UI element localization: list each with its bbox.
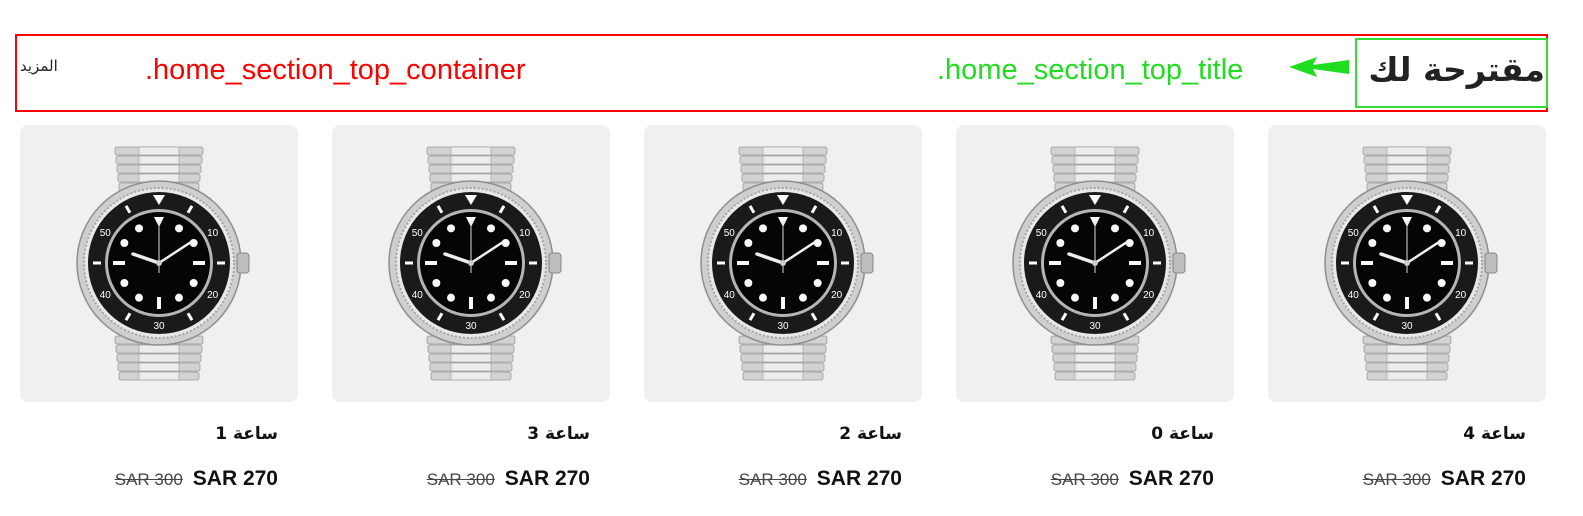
svg-text:40: 40	[1348, 290, 1360, 301]
price-row: SAR 300 SAR 270	[1363, 467, 1526, 491]
product-name: ساعة 3	[527, 424, 590, 444]
svg-text:20: 20	[207, 290, 219, 301]
product-image[interactable]: 10 20 30 40 50	[1268, 125, 1546, 402]
svg-text:30: 30	[777, 321, 789, 332]
product-image[interactable]: 10 20 30 40 50	[20, 125, 298, 402]
product-card[interactable]: 10 20 30 40 50 ساعة 0 SAR 300 SAR 270	[956, 125, 1234, 500]
wristwatch-image: 10 20 30 40 50	[700, 146, 874, 381]
title-class-annotation: .home_section_top_title	[937, 54, 1244, 86]
price-row: SAR 300 SAR 270	[739, 467, 902, 491]
wristwatch-image: 10 20 30 40 50	[1012, 146, 1186, 381]
old-price: SAR 300	[1362, 470, 1431, 489]
wristwatch-image: 10 20 30 40 50	[76, 146, 250, 381]
product-image[interactable]: 10 20 30 40 50	[332, 125, 610, 402]
container-class-annotation: .home_section_top_container	[145, 54, 526, 86]
arrow-left-icon	[1289, 57, 1349, 77]
svg-text:10: 10	[831, 228, 843, 239]
price-row: SAR 300 SAR 270	[115, 467, 278, 491]
product-name: ساعة 2	[839, 424, 902, 444]
svg-text:50: 50	[724, 228, 736, 239]
svg-text:30: 30	[153, 321, 165, 332]
more-link[interactable]: المزيد	[20, 56, 58, 76]
section-title: مقترحة لك	[1368, 50, 1545, 89]
product-name: ساعة 0	[1151, 424, 1214, 444]
svg-text:30: 30	[1401, 321, 1413, 332]
wristwatch-image: 10 20 30 40 50	[1324, 146, 1498, 381]
product-card[interactable]: 10 20 30 40 50 ساعة 1 SAR 300 SAR 270	[20, 125, 298, 500]
svg-text:30: 30	[1089, 321, 1101, 332]
product-image[interactable]: 10 20 30 40 50	[644, 125, 922, 402]
svg-text:10: 10	[1455, 228, 1467, 239]
svg-text:10: 10	[519, 228, 531, 239]
old-price: SAR 300	[114, 470, 183, 489]
product-card[interactable]: 10 20 30 40 50 ساعة 3 SAR 300 SAR 270	[332, 125, 610, 500]
svg-text:10: 10	[207, 228, 219, 239]
current-price: SAR 270	[1128, 467, 1214, 490]
svg-text:30: 30	[465, 321, 477, 332]
product-image[interactable]: 10 20 30 40 50	[956, 125, 1234, 402]
product-name: ساعة 1	[215, 424, 278, 444]
old-price: SAR 300	[738, 470, 807, 489]
svg-text:20: 20	[831, 290, 843, 301]
svg-text:20: 20	[1455, 290, 1467, 301]
wristwatch-image: 10 20 30 40 50	[388, 146, 562, 381]
old-price: SAR 300	[426, 470, 495, 489]
product-card[interactable]: 10 20 30 40 50 ساعة 2 SAR 300 SAR 270	[644, 125, 922, 500]
svg-text:40: 40	[100, 290, 112, 301]
current-price: SAR 270	[1440, 467, 1526, 490]
old-price: SAR 300	[1050, 470, 1119, 489]
svg-text:40: 40	[412, 290, 424, 301]
price-row: SAR 300 SAR 270	[1051, 467, 1214, 491]
svg-text:40: 40	[1036, 290, 1048, 301]
svg-text:20: 20	[519, 290, 531, 301]
svg-text:50: 50	[412, 228, 424, 239]
svg-text:50: 50	[1348, 228, 1360, 239]
svg-text:40: 40	[724, 290, 736, 301]
product-card[interactable]: 10 20 30 40 50 ساعة 4 SAR 300 SAR 270	[1268, 125, 1546, 500]
current-price: SAR 270	[504, 467, 590, 490]
product-name: ساعة 4	[1463, 424, 1526, 444]
current-price: SAR 270	[816, 467, 902, 490]
svg-text:20: 20	[1143, 290, 1155, 301]
current-price: SAR 270	[192, 467, 278, 490]
price-row: SAR 300 SAR 270	[427, 467, 590, 491]
svg-text:50: 50	[100, 228, 112, 239]
svg-text:50: 50	[1036, 228, 1048, 239]
svg-text:10: 10	[1143, 228, 1155, 239]
